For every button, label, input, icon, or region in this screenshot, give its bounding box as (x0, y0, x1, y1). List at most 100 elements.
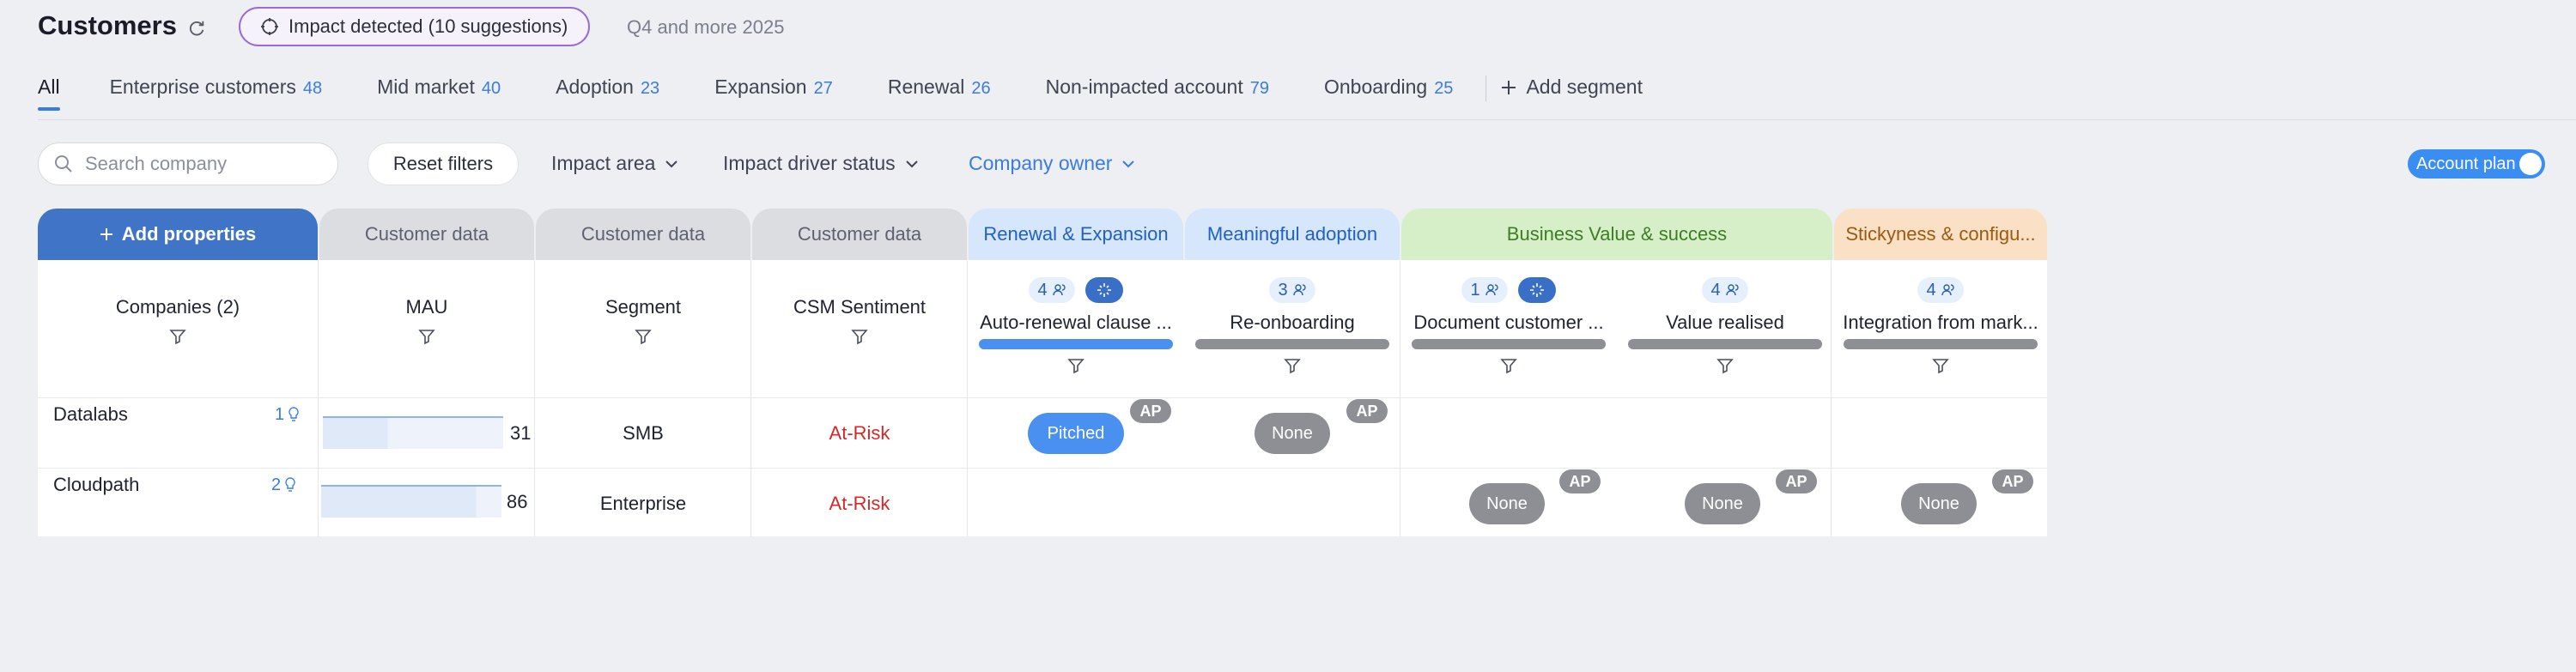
signal-re-onboarding[interactable]: 3 Re-onboarding (1185, 260, 1400, 397)
tab-adoption[interactable]: Adoption 23 (556, 76, 659, 111)
column-mau[interactable]: MAU (319, 260, 534, 397)
users-icon (1725, 284, 1739, 296)
ai-suggestion-button[interactable] (1517, 277, 1556, 303)
toggle-knob (2519, 153, 2542, 175)
group-stickyness[interactable]: Stickyness & configu... (1834, 209, 2047, 260)
contacts-count[interactable]: 2 (271, 468, 296, 502)
filter-icon[interactable] (417, 327, 436, 346)
signal-progress-bar (1844, 339, 2038, 349)
impact-detected-button[interactable]: Impact detected (10 suggestions) (239, 7, 591, 46)
impact-area-label: Impact area (551, 152, 656, 174)
tab-expansion[interactable]: Expansion 27 (714, 76, 833, 111)
add-segment-label: Add segment (1526, 76, 1643, 98)
company-owner-dropdown[interactable]: Company owner (969, 152, 1136, 175)
filter-icon[interactable] (1066, 356, 1085, 375)
column-segment[interactable]: Segment (536, 260, 750, 397)
status-pill-pitched[interactable]: Pitched (1028, 413, 1124, 454)
ai-suggestion-button[interactable] (1084, 277, 1123, 303)
search-icon (55, 155, 72, 173)
filter-icon[interactable] (1931, 356, 1950, 375)
lightbulb-icon (285, 477, 295, 492)
users-icon (1941, 284, 1954, 296)
status-pill-none[interactable]: None (1685, 483, 1760, 524)
signal-count-badge[interactable]: 4 (1029, 277, 1075, 303)
signal-value-realised[interactable]: 4 Value realised (1618, 260, 1832, 397)
mau-value: 31 (510, 422, 532, 444)
tab-all[interactable]: All (38, 76, 60, 111)
column-divider (967, 260, 968, 536)
group-renewal-expansion[interactable]: Renewal & Expansion (969, 209, 1183, 260)
ap-badge[interactable]: AP (1130, 399, 1171, 423)
segment-tabs: All Enterprise customers 48 Mid market 40 … (38, 76, 1643, 120)
tab-onboarding[interactable]: Onboarding 25 (1324, 76, 1453, 111)
ap-badge[interactable]: AP (1776, 469, 1817, 493)
chevron-down-icon (905, 160, 918, 167)
column-csm-sentiment[interactable]: CSM Sentiment (752, 260, 967, 397)
search-input[interactable] (83, 152, 319, 176)
table-row-company-name[interactable]: Datalabs (53, 397, 128, 432)
tab-mid-market[interactable]: Mid market 40 (377, 76, 501, 111)
tab-enterprise-customers[interactable]: Enterprise customers 48 (110, 76, 323, 111)
chevron-down-icon (665, 160, 678, 167)
segment-value: Enterprise (599, 493, 687, 514)
signal-document-customer[interactable]: 1 Document customer ... (1401, 260, 1616, 397)
column-mau-label: MAU (405, 296, 448, 318)
signal-label: Integration from mark... (1843, 312, 2038, 333)
group-customer-data-segment: Customer data (536, 209, 750, 260)
add-segment-button[interactable]: Add segment (1500, 76, 1643, 99)
signal-label: Auto-renewal clause ... (980, 312, 1172, 333)
plus-icon (100, 228, 112, 240)
quarter-label: Q4 and more 2025 (627, 16, 785, 38)
column-companies-label: Companies (2) (115, 296, 240, 318)
filter-icon[interactable] (850, 327, 869, 346)
page-title: Customers (38, 10, 177, 40)
tab-renewal[interactable]: Renewal 26 (888, 76, 991, 111)
filter-icon[interactable] (1716, 356, 1735, 375)
column-csm-sentiment-label: CSM Sentiment (793, 296, 927, 318)
filter-icon[interactable] (1499, 356, 1518, 375)
search-company-field[interactable] (38, 142, 338, 185)
filter-icon[interactable] (634, 327, 653, 346)
ap-badge[interactable]: AP (1559, 469, 1601, 493)
signal-count-badge[interactable]: 1 (1461, 277, 1508, 303)
filter-icon[interactable] (1283, 356, 1302, 375)
signal-integration[interactable]: 4 Integration from mark... (1834, 260, 2047, 397)
impact-detected-label: Impact detected (10 suggestions) (289, 15, 568, 37)
reset-filters-button[interactable]: Reset filters (368, 142, 519, 185)
sentiment-value: At-Risk (829, 493, 890, 514)
row-divider (38, 468, 2047, 469)
sparkle-icon (1097, 283, 1111, 297)
column-companies[interactable]: Companies (2) (38, 260, 318, 397)
status-pill-none[interactable]: None (1469, 483, 1545, 524)
tabs-divider (1485, 76, 1487, 101)
table-row-company-name[interactable]: Cloudpath (53, 468, 139, 502)
signal-auto-renewal[interactable]: 4 Auto-renewal clause ... (969, 260, 1183, 397)
ap-badge[interactable]: AP (1346, 399, 1388, 423)
group-meaningful-adoption[interactable]: Meaningful adoption (1185, 209, 1400, 260)
signal-count-badge[interactable]: 3 (1269, 277, 1315, 303)
segment-value: SMB (623, 422, 664, 444)
group-business-value[interactable]: Business Value & success (1401, 209, 1832, 260)
add-properties-button[interactable]: Add properties (38, 209, 318, 260)
mau-bar (321, 485, 501, 518)
impact-driver-status-dropdown[interactable]: Impact driver status (723, 152, 920, 175)
account-plan-toggle[interactable]: Account plan (2408, 149, 2545, 179)
column-divider (318, 260, 319, 536)
group-customer-data-mau: Customer data (319, 209, 534, 260)
signal-count-badge[interactable]: 4 (1917, 277, 1964, 303)
signal-label: Document customer ... (1413, 312, 1604, 333)
tab-non-impacted-account[interactable]: Non-impacted account 79 (1046, 76, 1269, 111)
mau-value: 86 (507, 491, 528, 512)
contacts-count[interactable]: 1 (275, 397, 300, 432)
refresh-icon[interactable] (187, 19, 206, 38)
filter-icon[interactable] (168, 327, 187, 346)
status-pill-none[interactable]: None (1901, 483, 1977, 524)
status-pill-none[interactable]: None (1255, 413, 1330, 454)
chevron-down-icon (1122, 160, 1135, 167)
signal-count-badge[interactable]: 4 (1702, 277, 1748, 303)
company-owner-label: Company owner (969, 152, 1113, 174)
table-body: Companies (2) MAU Segment CSM Sentiment … (38, 260, 2047, 536)
ap-badge[interactable]: AP (1992, 469, 2033, 493)
impact-area-dropdown[interactable]: Impact area (551, 152, 679, 175)
signal-label: Value realised (1666, 312, 1784, 333)
